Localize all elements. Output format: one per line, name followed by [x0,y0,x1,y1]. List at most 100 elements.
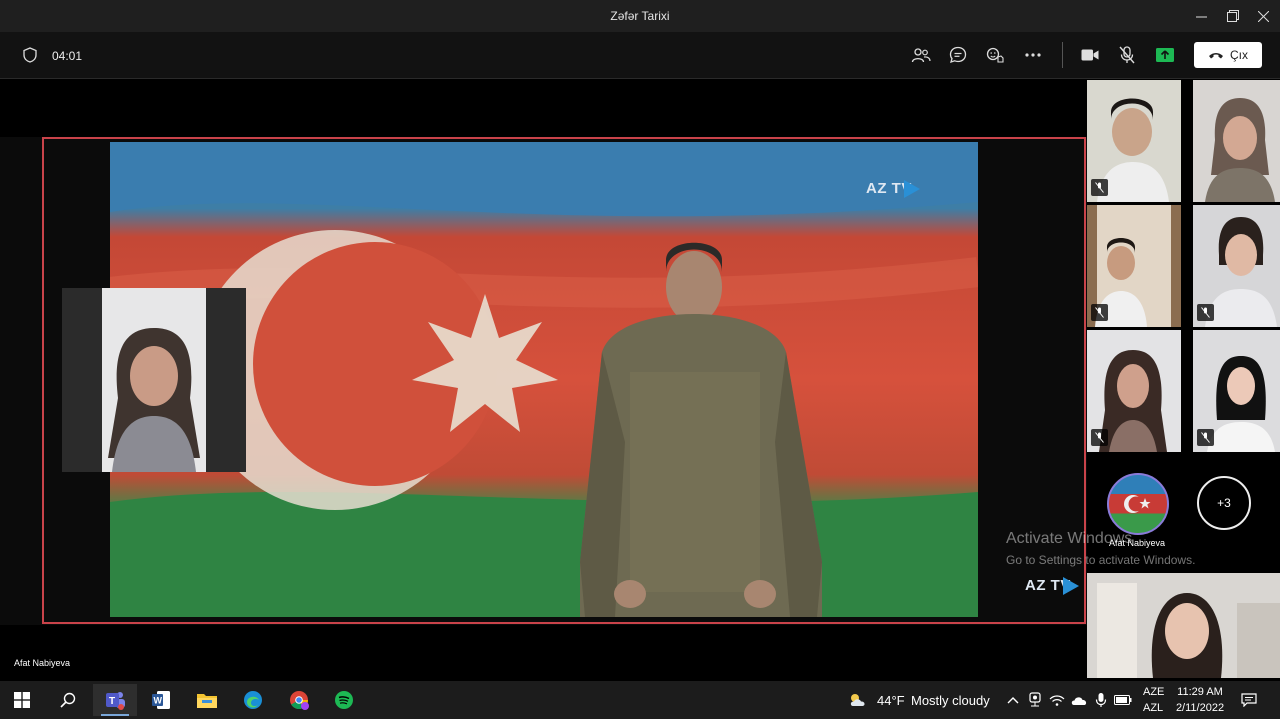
camera-tray-icon [1029,692,1041,707]
hang-up-icon [1209,53,1223,59]
notification-icon [1241,693,1257,707]
participant-tile[interactable] [1087,80,1181,202]
taskbar-word[interactable]: W [139,684,183,716]
microphone-off-icon [1095,307,1104,318]
teams-icon: T [106,692,125,710]
share-screen-button[interactable] [1152,42,1178,68]
windows-logo-icon [14,692,30,708]
meeting-toolbar: 04:01 Çıx [0,32,1280,79]
activation-watermark-subtitle: Go to Settings to activate Windows. [1006,553,1196,567]
input-language-bottom[interactable]: AZL [1143,702,1163,714]
folder-icon [197,694,217,708]
window-title: Zəfər Tarixi [610,9,670,23]
raise-hand-icon [986,47,1004,63]
active-app-indicator [101,714,129,716]
close-window-button[interactable] [1246,0,1280,32]
tray-wifi[interactable] [1048,691,1066,709]
meeting-timer: 04:01 [52,49,83,63]
restore-button[interactable] [1216,0,1250,32]
picture-in-picture-video[interactable] [62,288,246,472]
more-actions-button[interactable] [1020,42,1046,68]
clock-date[interactable]: 2/11/2022 [1172,702,1228,714]
cloudy-weather-icon [850,694,865,706]
video-camera-icon [1081,49,1099,61]
windows-taskbar: T W 44°F Mostly cloudy AZE AZL 11:29 AM … [0,681,1280,719]
reactions-button[interactable] [982,42,1008,68]
play-triangle-icon-2 [1062,577,1079,596]
title-bar: Zəfər Tarixi [0,0,1280,32]
self-view-video[interactable] [1087,573,1280,678]
cloud-icon [1071,697,1087,705]
participant-tile[interactable] [1087,330,1181,452]
teams-meeting-window: Zəfər Tarixi 04:01 Çıx AZ TV AZ TV Afat … [0,0,1280,719]
participant-avatar[interactable] [1107,473,1169,535]
flag-avatar-image [1124,495,1151,513]
mic-off-indicator [1091,429,1108,446]
microphone-off-icon [1095,432,1104,443]
participant-tile[interactable] [1087,205,1181,327]
microphone-off-icon [1095,182,1104,193]
camera-button[interactable] [1077,42,1103,68]
mic-off-indicator [1091,304,1108,321]
chevron-up-icon [1007,697,1019,704]
minimize-icon [1195,16,1207,17]
taskbar-teams[interactable]: T [93,684,137,716]
taskbar-file-explorer[interactable] [185,684,229,716]
taskbar-spotify[interactable] [322,684,366,716]
svg-text:T: T [109,696,115,707]
microphone-off-icon [1201,307,1210,318]
activation-watermark-title: Activate Windows [1006,530,1133,547]
participant-tile[interactable] [1193,205,1280,327]
more-horizontal-icon [1025,53,1041,57]
meeting-stage: AZ TV AZ TV Afat Nabiyeva [0,80,1087,678]
chrome-icon [290,691,309,710]
self-video [1087,573,1280,678]
word-icon: W [152,691,170,709]
microphone-icon [1095,693,1107,707]
more-participants-button[interactable]: +3 [1197,476,1251,530]
input-language-top[interactable]: AZE [1143,686,1164,698]
participant-gallery: Afat Nabiyeva +3 [1087,80,1280,678]
participant-tile[interactable] [1193,330,1280,452]
shield-icon[interactable] [22,47,38,63]
spotify-icon [335,691,353,709]
edge-icon [244,691,262,709]
tray-microphone[interactable] [1092,691,1110,709]
people-icon [911,48,931,63]
microphone-button[interactable] [1114,42,1140,68]
presenter-name-label: Afat Nabiyeva [14,658,71,668]
restore-icon [1227,10,1239,22]
clock-time[interactable]: 11:29 AM [1172,686,1228,698]
taskbar-chrome[interactable] [277,684,321,716]
tray-battery[interactable] [1114,691,1132,709]
show-hidden-icons-button[interactable] [1004,691,1022,709]
toolbar-divider [1062,42,1063,68]
chat-icon [949,46,967,63]
participants-button[interactable] [908,42,934,68]
participant-video [1193,80,1280,202]
presenter-video [62,288,246,472]
tray-meet-now[interactable] [1026,691,1044,709]
mic-off-indicator [1197,304,1214,321]
microphone-off-icon [1201,432,1210,443]
close-icon [1257,10,1269,22]
leave-label: Çıx [1230,48,1248,62]
notifications-button[interactable] [1240,691,1258,709]
weather-temperature: 44°F [877,693,905,708]
tray-onedrive[interactable] [1070,691,1088,709]
participant-tile[interactable] [1193,80,1280,202]
chat-button[interactable] [945,42,971,68]
minimize-button[interactable] [1184,0,1218,32]
weather-widget[interactable] [848,691,866,709]
weather-description: Mostly cloudy [911,693,990,708]
search-icon [60,692,76,708]
start-button[interactable] [0,684,44,716]
channel-logo-bottom: AZ TV [1025,577,1079,596]
share-screen-icon [1156,48,1174,62]
svg-text:W: W [154,696,163,706]
taskbar-edge[interactable] [231,684,275,716]
leave-button[interactable]: Çıx [1194,42,1262,68]
mic-off-indicator [1197,429,1214,446]
search-button[interactable] [46,684,90,716]
wifi-icon [1049,695,1065,706]
